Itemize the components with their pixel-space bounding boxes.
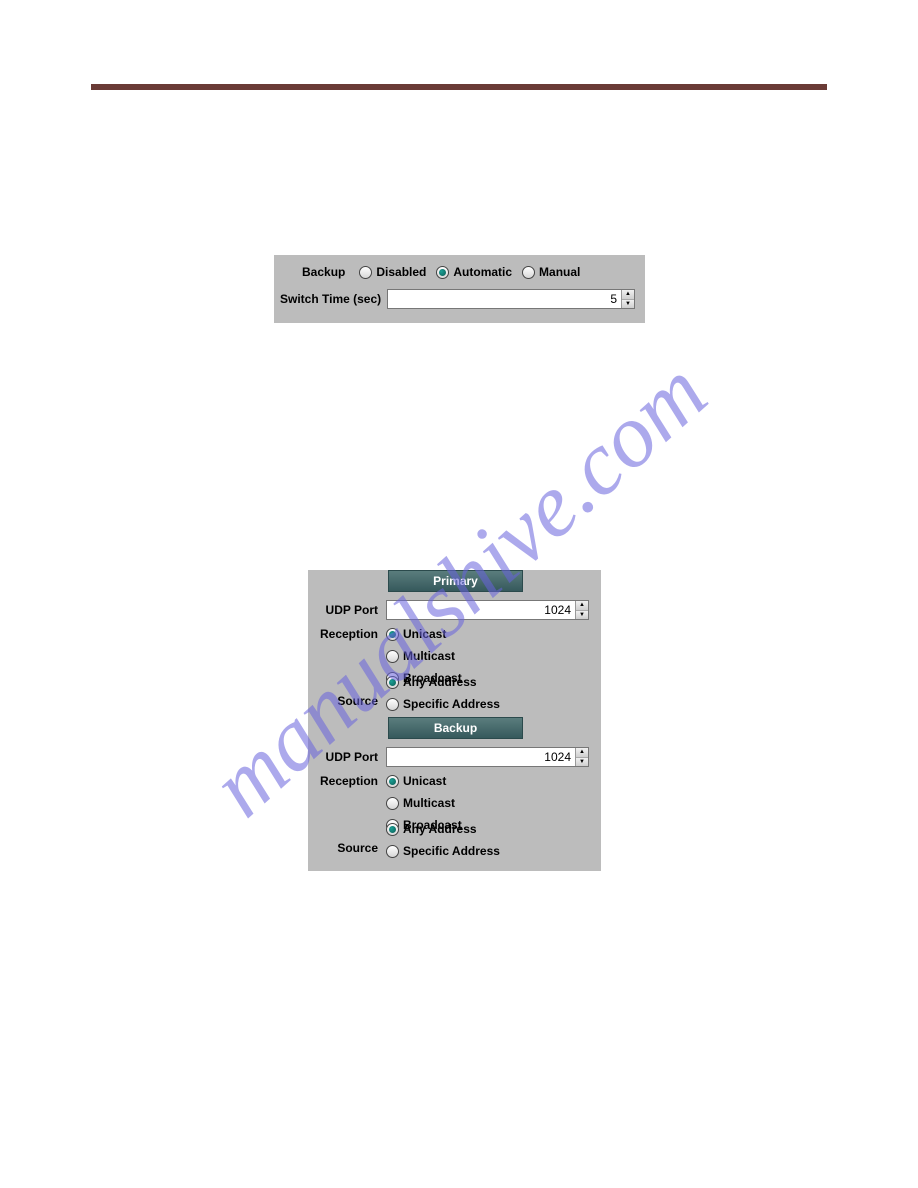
primary-source-any-radio[interactable]: Any Address (386, 675, 500, 689)
chevron-down-icon[interactable]: ▼ (576, 611, 588, 620)
backup-label: Backup (302, 265, 359, 279)
switch-time-label: Switch Time (sec) (280, 292, 387, 306)
radio-icon (386, 845, 399, 858)
spinner-buttons[interactable]: ▲ ▼ (575, 601, 588, 619)
radio-label: Multicast (403, 649, 455, 663)
radio-label: Multicast (403, 796, 455, 810)
radio-label: Any Address (403, 675, 477, 689)
radio-label: Manual (539, 265, 580, 279)
radio-label: Automatic (453, 265, 512, 279)
radio-label: Any Address (403, 822, 477, 836)
radio-icon (359, 266, 372, 279)
udp-port-label: UDP Port (308, 603, 386, 617)
radio-icon (522, 266, 535, 279)
chevron-up-icon[interactable]: ▲ (622, 290, 634, 300)
backup-source-specific-radio[interactable]: Specific Address (386, 844, 500, 858)
primary-header: Primary (388, 570, 523, 592)
primary-udp-port-input[interactable]: 1024 ▲ ▼ (386, 600, 589, 620)
radio-icon (386, 698, 399, 711)
backup-reception-unicast-radio[interactable]: Unicast (386, 774, 462, 788)
spinner-buttons[interactable]: ▲ ▼ (621, 290, 634, 308)
radio-label: Unicast (403, 774, 446, 788)
radio-icon (386, 775, 399, 788)
radio-icon (386, 797, 399, 810)
primary-reception-unicast-radio[interactable]: Unicast (386, 627, 462, 641)
backup-reception-multicast-radio[interactable]: Multicast (386, 796, 462, 810)
udp-port-label: UDP Port (308, 750, 386, 764)
source-label: Source (308, 841, 386, 855)
chevron-up-icon[interactable]: ▲ (576, 601, 588, 611)
reception-label: Reception (308, 772, 386, 788)
radio-icon (386, 676, 399, 689)
switch-time-value: 5 (388, 290, 621, 308)
backup-udp-port-input[interactable]: 1024 ▲ ▼ (386, 747, 589, 767)
backup-header: Backup (388, 717, 523, 739)
radio-label: Specific Address (403, 697, 500, 711)
radio-icon (436, 266, 449, 279)
backup-disabled-radio[interactable]: Disabled (359, 265, 426, 279)
radio-icon (386, 650, 399, 663)
radio-icon (386, 628, 399, 641)
radio-label: Unicast (403, 627, 446, 641)
chevron-up-icon[interactable]: ▲ (576, 748, 588, 758)
udp-port-value: 1024 (387, 748, 575, 766)
primary-source-specific-radio[interactable]: Specific Address (386, 697, 500, 711)
radio-label: Disabled (376, 265, 426, 279)
backup-source-any-radio[interactable]: Any Address (386, 822, 500, 836)
backup-manual-radio[interactable]: Manual (522, 265, 580, 279)
backup-settings-panel: Backup Disabled Automatic Manual Switch … (274, 255, 645, 323)
spinner-buttons[interactable]: ▲ ▼ (575, 748, 588, 766)
backup-automatic-radio[interactable]: Automatic (436, 265, 512, 279)
primary-reception-multicast-radio[interactable]: Multicast (386, 649, 462, 663)
chevron-down-icon[interactable]: ▼ (622, 300, 634, 309)
connection-settings-panel: Primary UDP Port 1024 ▲ ▼ Reception Unic… (308, 570, 601, 871)
reception-label: Reception (308, 625, 386, 641)
radio-icon (386, 823, 399, 836)
source-label: Source (308, 694, 386, 708)
udp-port-value: 1024 (387, 601, 575, 619)
radio-label: Specific Address (403, 844, 500, 858)
chevron-down-icon[interactable]: ▼ (576, 758, 588, 767)
switch-time-input[interactable]: 5 ▲ ▼ (387, 289, 635, 309)
horizontal-rule (91, 84, 827, 90)
